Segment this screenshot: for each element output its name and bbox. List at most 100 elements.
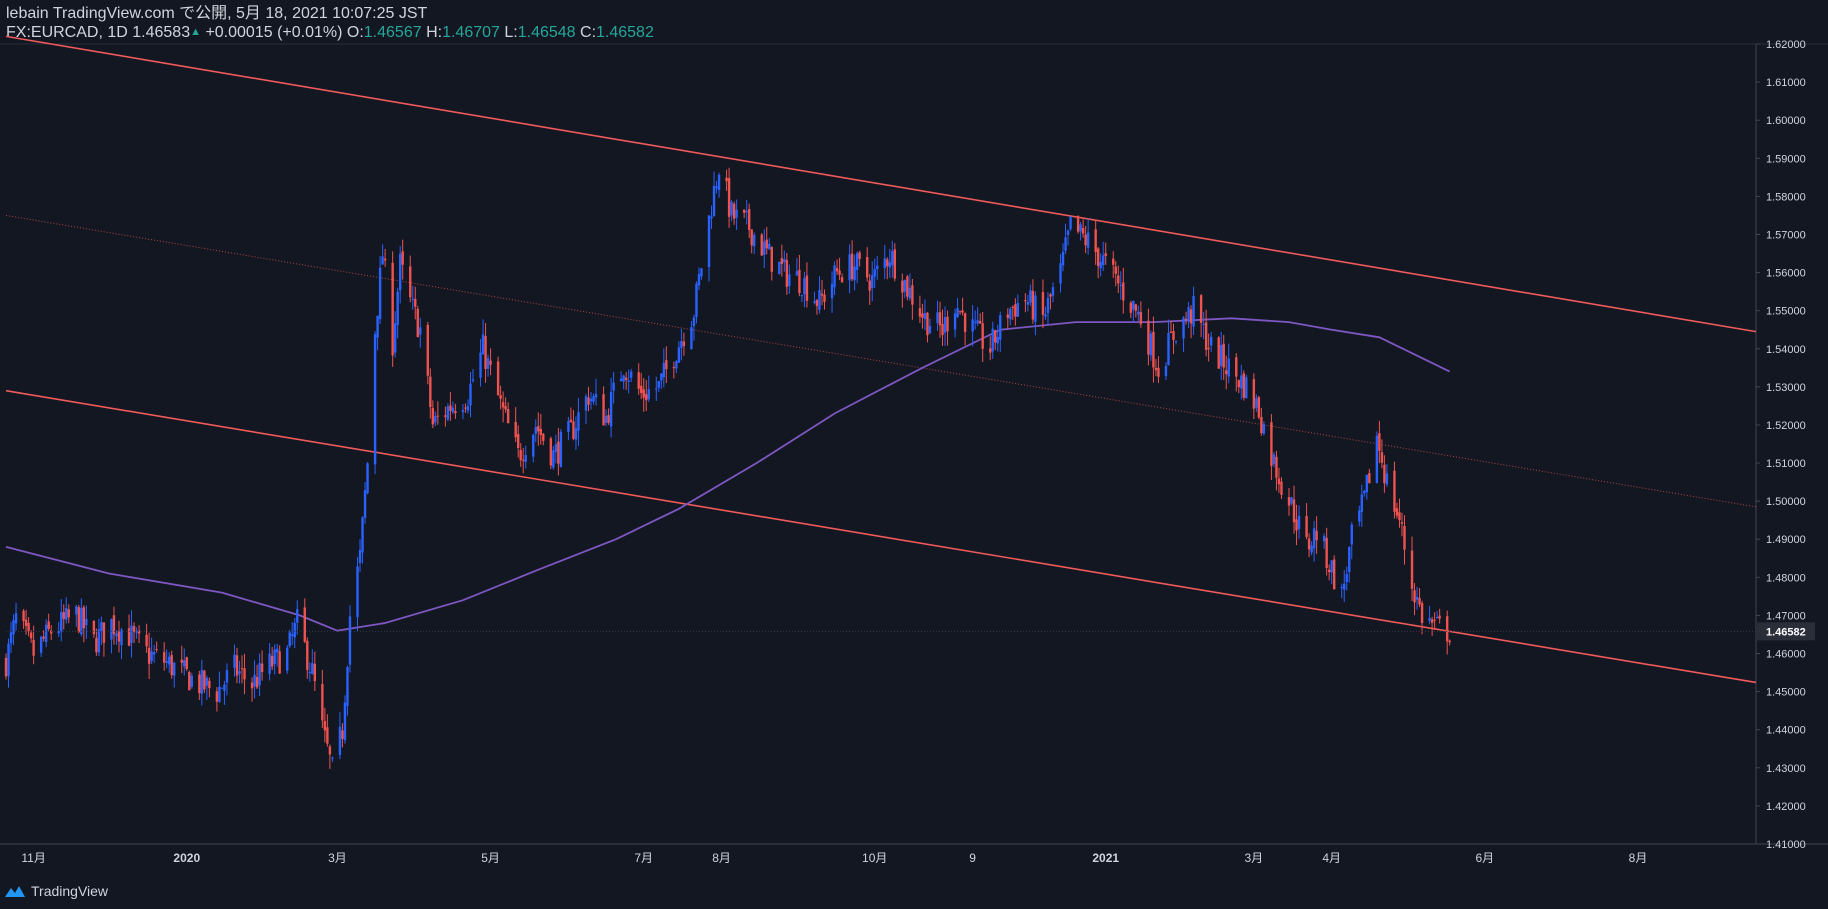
candle-body [901, 280, 904, 293]
candle-body [117, 631, 121, 642]
candle-body [994, 330, 997, 343]
candle-body [270, 655, 274, 667]
candle-body [958, 311, 962, 313]
candle-body [715, 186, 718, 189]
candle-body [1207, 347, 1210, 349]
candle-body [876, 265, 879, 270]
candle-body [416, 308, 419, 337]
candle-body [220, 687, 224, 689]
candle-body [1433, 619, 1436, 621]
price-tick-label: 1.54000 [1766, 344, 1806, 356]
candle-body [1322, 535, 1326, 542]
candle-body [1149, 333, 1153, 356]
candle-body [891, 251, 894, 266]
time-axis[interactable]: 11月 2020 3月 5月 7月 8月 10月 9 2021 3月 4月 6月 8月 [21, 851, 1647, 865]
candle-body [1272, 454, 1276, 465]
candle-body [725, 177, 728, 182]
candle [391, 251, 394, 367]
candle-body [763, 241, 766, 256]
candle-body [1147, 320, 1150, 355]
candle-body [243, 668, 246, 680]
candle-body [1255, 398, 1258, 408]
candle-body [1270, 422, 1273, 466]
candle-body [361, 517, 364, 553]
price-tick-label: 1.58000 [1766, 191, 1806, 203]
time-tick-label: 8月 [1629, 851, 1648, 865]
candle-body [753, 234, 756, 247]
candle-body [461, 410, 465, 413]
candle-body [1154, 367, 1158, 371]
candle-body [750, 229, 753, 246]
time-tick-label: 5月 [481, 851, 500, 865]
candle-body [1262, 424, 1266, 434]
candle-body [4, 657, 8, 677]
candle-body [240, 668, 244, 670]
candle-body [401, 251, 404, 265]
candle-body [981, 323, 984, 349]
candle-body [75, 606, 78, 615]
candle-body [727, 178, 731, 217]
candle [373, 331, 377, 475]
candle-body [953, 313, 957, 330]
time-tick-label: 4月 [1322, 851, 1341, 865]
time-tick-label: 3月 [1245, 851, 1264, 865]
candle-body [1117, 275, 1120, 284]
price-chart[interactable]: 1.41000 1.42000 1.43000 1.44000 1.45000 1.460… [0, 0, 1828, 909]
candle-body [1292, 499, 1296, 523]
candle-body [1134, 304, 1138, 311]
candle-body [871, 275, 874, 289]
candle-body [167, 656, 171, 665]
candle-body [730, 202, 733, 216]
candle-body [185, 657, 188, 670]
candle-body [785, 260, 789, 287]
candle-body [612, 382, 615, 391]
candle-body [637, 372, 640, 389]
candle-body [363, 490, 367, 518]
candle-body [873, 269, 876, 277]
candle-body [712, 185, 716, 217]
candle-body [253, 674, 256, 687]
price-axis[interactable]: 1.41000 1.42000 1.43000 1.44000 1.45000 1.460… [1756, 39, 1806, 851]
candle-body [1172, 331, 1175, 341]
candle-body [840, 277, 844, 283]
candle-body [1368, 473, 1371, 483]
candle-body [1199, 295, 1203, 323]
candle-body [414, 298, 417, 307]
plot-area[interactable] [6, 44, 1756, 844]
candle-body [514, 422, 517, 438]
price-tick-label: 1.43000 [1766, 763, 1806, 775]
candle-body [110, 618, 113, 640]
price-tick-label: 1.56000 [1766, 268, 1806, 280]
candle [288, 629, 291, 648]
candle-body [768, 243, 771, 250]
candle-body [853, 266, 856, 281]
candle-body [464, 407, 467, 409]
candle [906, 275, 909, 301]
candle-body [1114, 266, 1117, 274]
candle-body [32, 639, 35, 656]
price-tick-label: 1.55000 [1766, 306, 1806, 318]
candle-body [326, 727, 329, 744]
candle-body [557, 441, 560, 464]
candle-body [642, 389, 645, 398]
candle [366, 462, 369, 495]
candle [426, 321, 430, 385]
candle-body [735, 209, 738, 218]
candle-body [886, 259, 889, 267]
candle-body [1305, 516, 1308, 537]
candle-body [1192, 296, 1195, 327]
candle-body [328, 746, 332, 755]
candle-body [961, 310, 964, 313]
candle-body [559, 431, 563, 467]
candle-body [589, 398, 593, 402]
candle-body [1327, 569, 1331, 573]
candle-body [855, 253, 859, 270]
candle-body [938, 312, 942, 326]
candle-body [373, 334, 377, 465]
candle-body [346, 667, 349, 707]
candle-body [622, 375, 625, 382]
candle-body [717, 174, 721, 190]
candle-body [238, 671, 241, 674]
candle-body [291, 634, 294, 636]
candle-body [188, 671, 191, 691]
